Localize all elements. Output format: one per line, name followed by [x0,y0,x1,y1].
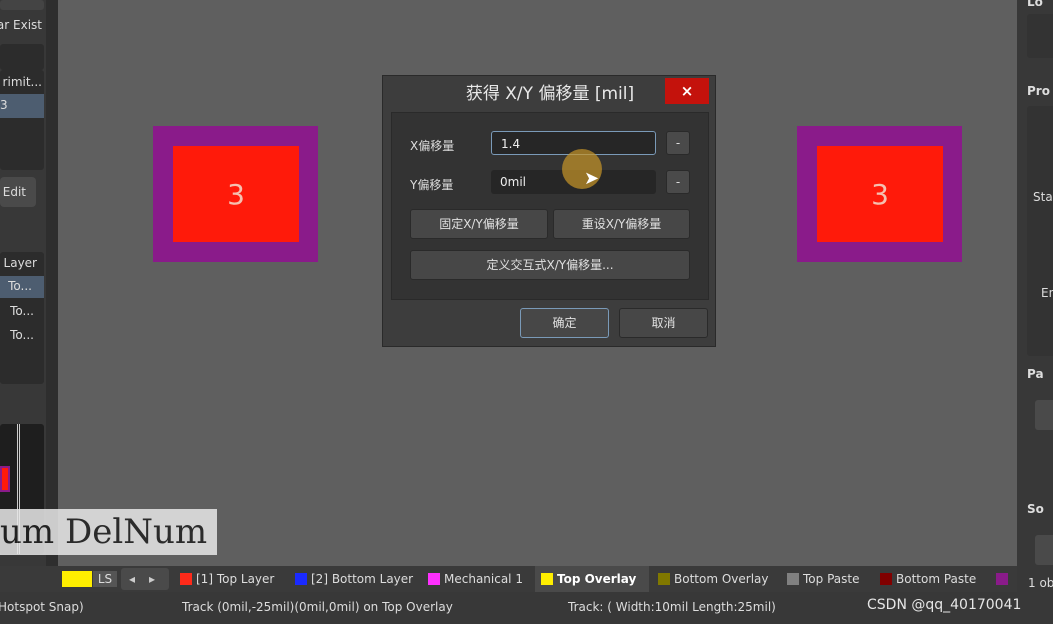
y-minus-button[interactable]: - [666,170,690,194]
layer-tab[interactable]: [2] Bottom Layer [289,566,419,592]
layer-set-button[interactable]: LS [93,571,117,587]
panel-button[interactable] [1035,535,1053,565]
selection-count: 1 ob [1028,576,1053,590]
fix-offset-button[interactable]: 固定X/Y偏移量 [410,209,548,239]
pad[interactable]: 3 [153,126,318,262]
chevron-right-icon[interactable]: ▸ [135,572,155,586]
video-overlay-text: um DelNum 4 [0,509,217,555]
layer-scroll-buttons[interactable]: ◂ ▸ [121,568,169,590]
layer-tab-label: Top Overlay [557,572,637,586]
dialog-body: X偏移量 1.4 - Y偏移量 0mil - 固定X/Y偏移量 重设X/Y偏移量… [391,112,709,300]
watermark: CSDN @qq_40170041 [867,597,1022,613]
layer-color-swatch [996,573,1008,585]
layer-color-swatch [295,573,307,585]
mouse-pointer-icon: ➤ [584,168,600,189]
layer-tab[interactable]: Bottom Paste [874,566,987,592]
layer-color-swatch [658,573,670,585]
panel-splitter[interactable] [46,0,58,566]
pad-number: 3 [173,146,299,242]
x-offset-label: X偏移量 [410,139,455,153]
column-header: rimit... [2,75,42,89]
section-header[interactable]: Lo [1027,0,1043,9]
layer-tab-label: Mechanical 1 [444,572,523,586]
layer-tab-label: Top Paste [803,572,860,586]
properties-panel: Lo Pro Sta En Pa So 1 ob [1017,0,1053,592]
label: ar Exist [0,18,42,32]
x-minus-button[interactable]: - [666,131,690,155]
pad-number: 3 [817,146,943,242]
close-button[interactable]: × [665,78,709,104]
left-panel: ar Exist rimit... 3 Edit Layer To... To.… [0,0,46,566]
column-header: Layer [3,256,37,270]
list-item[interactable]: To... [0,276,44,298]
reset-offset-button[interactable]: 重设X/Y偏移量 [553,209,690,239]
section-header[interactable]: So [1027,502,1044,516]
y-offset-label: Y偏移量 [410,178,454,192]
current-layer-swatch[interactable] [62,571,92,587]
track-info: Track: ( Width:10mil Length:25mil) [568,600,776,614]
label: En [1041,286,1053,300]
layer-color-swatch [787,573,799,585]
layer-tab[interactable]: [1] Top Layer [174,566,286,592]
list-item[interactable]: To... [10,328,34,342]
track-status: Track (0mil,-25mil)(0mil,0mil) on Top Ov… [182,600,453,614]
cancel-button[interactable]: 取消 [619,308,708,338]
layer-tab[interactable] [990,566,1017,592]
layer-tab[interactable]: Bottom Overlay [652,566,778,592]
section-header[interactable]: Pro [1027,84,1050,98]
layer-list [0,252,44,384]
panel-button[interactable] [0,0,44,10]
field[interactable] [0,44,44,70]
layer-tab[interactable]: Mechanical 1 [422,566,532,592]
layer-color-swatch [180,573,192,585]
offset-dialog: 获得 X/Y 偏移量 [mil] × X偏移量 1.4 - Y偏移量 0mil … [382,75,716,347]
layer-tab-label: Bottom Paste [896,572,977,586]
section-header[interactable]: Pa [1027,367,1044,381]
list-item[interactable]: 3 [0,94,44,118]
ok-button[interactable]: 确定 [520,308,609,338]
status-bar: Hotspot Snap) Track (0mil,-25mil)(0mil,0… [0,592,1053,624]
edit-button[interactable]: Edit [0,177,36,207]
pad[interactable]: 3 [797,126,962,262]
layer-tab-label: [2] Bottom Layer [311,572,414,586]
interactive-offset-button[interactable]: 定义交互式X/Y偏移量... [410,250,690,280]
chevron-left-icon[interactable]: ◂ [121,572,135,586]
list-item[interactable]: To... [10,304,34,318]
layer-color-swatch [880,573,892,585]
panel-button[interactable] [1035,400,1053,430]
label: Sta [1033,190,1053,204]
layer-tab-label: Bottom Overlay [674,572,769,586]
layer-color-swatch [541,573,553,585]
layer-tab[interactable]: Top Overlay [535,566,649,592]
layer-tab[interactable]: Top Paste [781,566,871,592]
layer-tabs-bar: LS ◂ ▸ [1] Top Layer [2] Bottom Layer Mecha… [0,566,1017,592]
snap-status: Hotspot Snap) [0,600,84,614]
layer-tab-label: [1] Top Layer [196,572,275,586]
layer-color-swatch [428,573,440,585]
